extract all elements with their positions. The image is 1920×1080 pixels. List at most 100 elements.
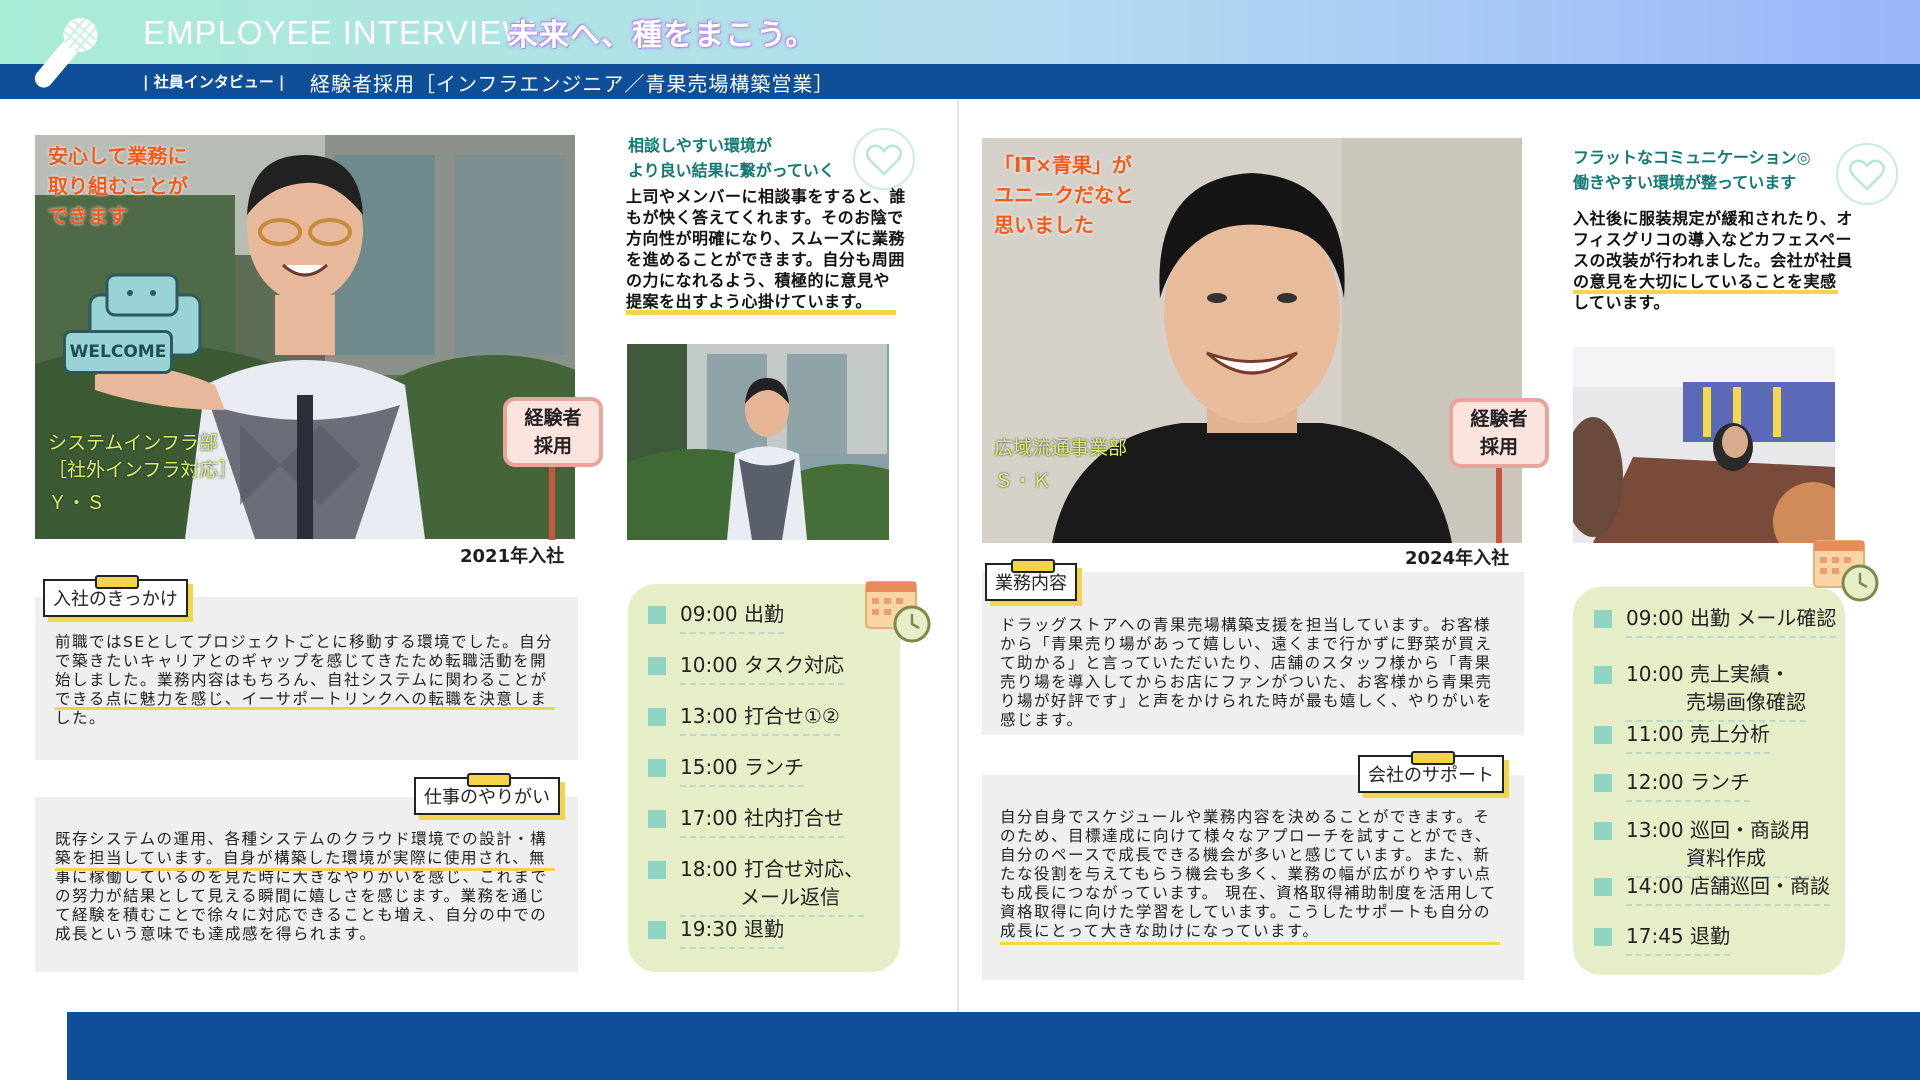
side-body-text: 入社後に服装規定が緩和されたり、オフィスグリコの導入などカフェスペースの改装が行… [1573,209,1853,312]
schedule-item: 10:00 売上実績・ 売場画像確認 [1594,660,1839,722]
schedule-item: 09:00 出勤 メール確認 [1594,604,1839,660]
tag-reason: 入社のきっかけ [43,575,188,617]
bullet-square [1594,726,1612,744]
schedule-text: 15:00 ランチ [680,753,804,787]
header-nav-bar [0,64,1920,99]
catch-line-1: 「IT×青果」が [994,153,1132,177]
join-year: 2024年入社 [1405,548,1510,569]
schedule-item: 18:00 打合せ対応、 メール返信 [648,855,888,917]
heart-icon [853,128,915,190]
bullet-square [648,606,666,624]
hire-type-sign: 経験者 採用 [503,397,603,467]
employee-dept-label: 広域流通事業部 Ｓ・Ｋ [994,435,1127,495]
hire-type-sign: 経験者 採用 [1449,398,1549,468]
schedule-text: 18:00 打合せ対応、 メール返信 [680,855,864,917]
reason-text: 前職ではSEとしてプロジェクトごとに移動する環境でした。自分で築きたいキャリアと… [55,633,554,727]
bullet-square [648,810,666,828]
bullet-square [1594,878,1612,896]
welcome-board-text: WELCOME [63,330,173,374]
bullet-square [1594,928,1612,946]
tag-support: 会社のサポート [1358,751,1504,793]
sign-line-1: 経験者 [1470,408,1528,430]
breadcrumb: | 社員インタビュー | [143,73,285,91]
schedule-item: 11:00 売上分析 [1594,720,1839,768]
bullet-square [1594,666,1612,684]
schedule-item: 13:00 打合せ①② [648,702,888,753]
calendar-clock-icon [1810,535,1879,605]
schedule-text: 09:00 出勤 メール確認 [1626,604,1837,638]
schedule-item: 17:00 社内打合せ [648,804,888,855]
schedule-item: 13:00 巡回・商談用 資料作成 [1594,816,1839,878]
bullet-square [648,708,666,726]
side-body-text: 上司やメンバーに相談事をすると、誰もが快く答えてくれます。そのお陰で方向性が明確… [626,187,906,311]
tag-rewarding: 仕事のやりがい [414,773,560,815]
support-highlight [1000,942,1500,945]
footer-bar [67,1012,1920,1080]
schedule-text: 10:00 タスク対応 [680,651,844,685]
sign-line-1: 経験者 [524,407,582,429]
schedule-text: 10:00 売上実績・ 売場画像確認 [1626,660,1806,722]
side-heading: フラットなコミュニケーション◎ 働きやすい環境が整っています [1573,145,1811,195]
side-heading: 相談しやすい環境が より良い結果に繋がっていく [628,133,835,183]
support-text: 自分自身でスケジュールや業務内容を決めることができます。そのため、目標達成に向け… [1000,808,1497,940]
sign-post [1496,455,1502,543]
side-text-highlight [1573,290,1838,294]
photo-catchphrase: 「IT×青果」が ユニークだなと 思いました [994,150,1134,240]
schedule-item: 09:00 出勤 [648,600,888,651]
reason-highlight [55,707,555,710]
side-heading-line-2: 働きやすい環境が整っています [1573,173,1797,192]
schedule-text: 17:00 社内打合せ [680,804,844,838]
schedule-text: 12:00 ランチ [1626,768,1750,802]
sign-post [549,455,555,540]
catch-line-3: 思いました [994,213,1094,237]
schedule-text: 09:00 出勤 [680,600,784,634]
side-heading-line-1: 相談しやすい環境が [628,136,772,155]
office-photo-sk [1573,347,1835,543]
catch-line-2: 取り組むことが [48,174,188,198]
center-divider [957,100,959,1012]
headline-japanese: 未来へ、種をまこう。 [508,18,817,53]
employee-dept-label: システムインフラ部 ［社外インフラ対応］ Ｙ・Ｓ [48,430,237,517]
dept-line-1: システムインフラ部 [48,432,218,454]
schedule-list-ys: 09:00 出勤 10:00 タスク対応 13:00 打合せ①② 15:00 ラ… [648,600,888,955]
catch-line-2: ユニークだなと [994,183,1134,207]
bullet-square [648,861,666,879]
work-photo-ys [627,344,889,540]
rewarding-text: 既存システムの運用、各種システムのクラウド環境での設計・構築を担当しています。自… [55,830,548,943]
schedule-text: 11:00 売上分析 [1626,720,1770,754]
schedule-item: 19:30 退勤 [648,915,888,955]
bullet-square [648,759,666,777]
schedule-item: 17:45 退勤 [1594,922,1839,962]
schedule-item: 12:00 ランチ [1594,768,1839,816]
bullet-square [648,921,666,939]
bullet-square [648,657,666,675]
rewarding-highlight [55,868,555,871]
work-text: ドラッグストアへの青果売場構築支援を担当しています。お客様から「青果売り場があっ… [1000,616,1494,729]
schedule-item: 15:00 ランチ [648,753,888,804]
schedule-text: 17:45 退勤 [1626,922,1730,956]
heart-icon [1836,143,1898,205]
sign-line-2: 採用 [1479,436,1518,458]
schedule-text: 14:00 店舗巡回・商談 [1626,872,1830,906]
catch-line-3: できます [48,204,128,228]
headline-english: EMPLOYEE INTERVIEW [143,14,535,51]
tag-work: 業務内容 [985,559,1077,601]
sign-line-2: 採用 [533,435,572,457]
schedule-text: 13:00 巡回・商談用 資料作成 [1626,816,1810,878]
employee-name: Ｙ・Ｓ [48,492,106,514]
dept-line-1: 広域流通事業部 [994,437,1128,459]
schedule-list-sk: 09:00 出勤 メール確認 10:00 売上実績・ 売場画像確認 11:00 … [1594,604,1839,962]
join-year: 2021年入社 [460,546,565,567]
bullet-square [1594,822,1612,840]
microphone-icon [22,6,112,96]
catch-line-1: 安心して業務に [48,144,188,168]
side-heading-line-2: より良い結果に繋がっていく [628,161,835,180]
dept-line-2: ［社外インフラ対応］ [48,459,238,481]
bullet-square [1594,610,1612,628]
page-title: 経験者採用［インフラエンジニア／青果売場構築営業］ [310,72,835,96]
side-text-highlight [626,310,896,315]
schedule-text: 19:30 退勤 [680,915,784,949]
schedule-item: 10:00 タスク対応 [648,651,888,702]
schedule-text: 13:00 打合せ①② [680,702,840,736]
photo-catchphrase: 安心して業務に 取り組むことが できます [48,141,188,231]
